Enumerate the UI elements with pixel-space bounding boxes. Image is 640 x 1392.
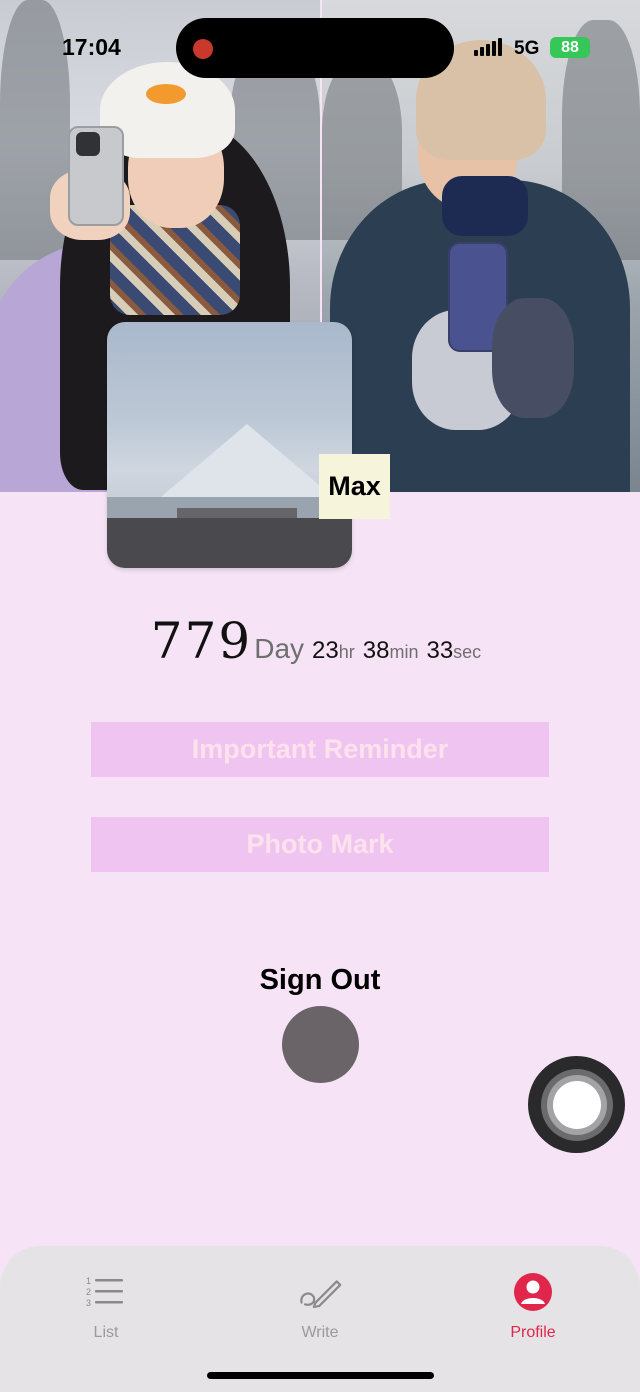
- recording-indicator-icon: [193, 39, 213, 59]
- tab-profile-label: Profile: [510, 1324, 556, 1341]
- profile-icon: [511, 1270, 555, 1314]
- partner-name: Max: [328, 471, 381, 501]
- shared-photo-thumbnail[interactable]: [107, 322, 352, 568]
- battery-level: 88: [561, 38, 579, 56]
- bottom-tab-bar: 1 2 3 List Write Profile: [0, 1246, 640, 1392]
- sign-out-button[interactable]: Sign Out: [0, 964, 640, 997]
- status-time: 17:04: [62, 34, 121, 60]
- dynamic-island: [176, 18, 454, 78]
- home-indicator[interactable]: [207, 1372, 434, 1379]
- seconds-label: sec: [453, 642, 482, 662]
- tab-write-label: Write: [301, 1324, 339, 1341]
- partner-name-tag: Max: [319, 454, 390, 519]
- svg-text:2: 2: [86, 1287, 91, 1297]
- days-count: 779: [150, 612, 253, 670]
- pen-icon: [298, 1270, 342, 1314]
- tab-list[interactable]: 1 2 3 List: [36, 1270, 176, 1360]
- tab-list-label: List: [93, 1324, 119, 1341]
- tab-profile[interactable]: Profile: [463, 1270, 603, 1360]
- assistive-touch-icon: [552, 1080, 601, 1129]
- tab-write[interactable]: Write: [250, 1270, 390, 1360]
- cellular-signal-icon: [474, 38, 502, 56]
- hours-count: 23: [312, 637, 339, 664]
- svg-text:1: 1: [86, 1276, 91, 1286]
- hours-label: hr: [338, 642, 355, 662]
- days-label: Day: [254, 633, 305, 664]
- assistive-touch-button[interactable]: [528, 1056, 625, 1153]
- minutes-label: min: [389, 642, 419, 662]
- minutes-count: 38: [362, 637, 390, 664]
- battery-icon: 88: [550, 37, 590, 58]
- network-type: 5G: [514, 38, 540, 59]
- seconds-count: 33: [426, 637, 454, 664]
- important-reminder-label: Important Reminder: [191, 734, 449, 764]
- numbered-list-icon: 1 2 3: [84, 1270, 128, 1314]
- photo-mark-label: Photo Mark: [246, 829, 394, 859]
- loading-indicator: [282, 1006, 359, 1083]
- photo-mark-button[interactable]: Photo Mark: [91, 817, 549, 872]
- important-reminder-button[interactable]: Important Reminder: [91, 722, 549, 777]
- relationship-counter: 779 Day 23 hr 38 min 33 sec: [0, 612, 640, 672]
- svg-text:3: 3: [86, 1298, 91, 1308]
